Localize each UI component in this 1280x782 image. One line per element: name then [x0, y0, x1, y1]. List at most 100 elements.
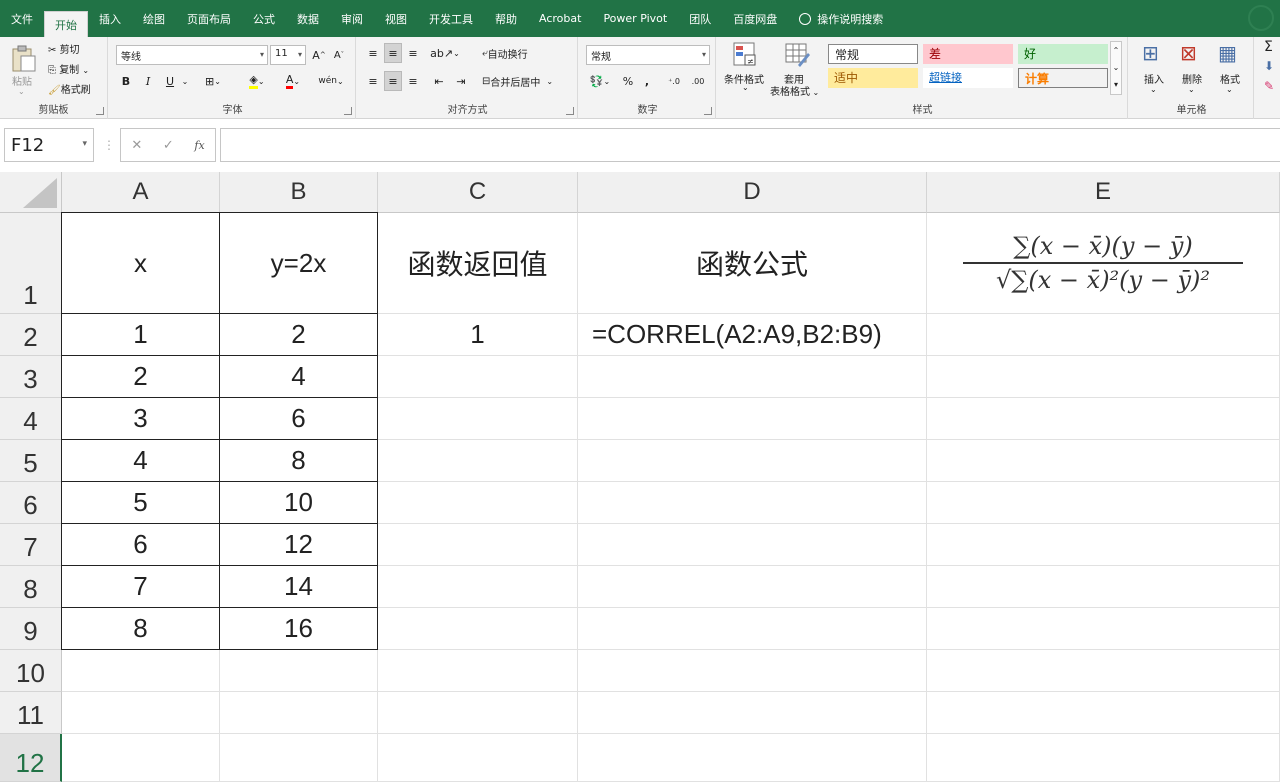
clipboard-launcher-icon[interactable] — [96, 107, 104, 115]
tab-team[interactable]: 团队 — [678, 0, 722, 37]
row-header-9[interactable]: 9 — [0, 608, 62, 650]
cell-c1[interactable]: 函数返回值 — [378, 213, 578, 314]
font-size-select[interactable]: 11 ▾ — [270, 45, 306, 65]
column-header-d[interactable]: D — [578, 172, 927, 213]
percent-button[interactable]: % — [620, 71, 636, 91]
cell-e9[interactable] — [927, 608, 1280, 650]
merge-center-button[interactable]: ⊟ 合并后居中 ⌄ — [482, 71, 572, 91]
cell-b5[interactable]: 8 — [219, 439, 378, 482]
cell-e3[interactable] — [927, 356, 1280, 398]
cell-b3[interactable]: 4 — [219, 355, 378, 398]
tab-data[interactable]: 数据 — [286, 0, 330, 37]
paste-dropdown-icon[interactable]: ⌄ — [18, 87, 25, 96]
autosum-icon[interactable]: Σ — [1264, 39, 1273, 55]
cell-a6[interactable]: 5 — [61, 481, 220, 524]
fill-icon[interactable]: ⬇ — [1264, 59, 1274, 73]
style-good[interactable]: 好 — [1018, 44, 1108, 64]
increase-indent-icon[interactable]: ⇥ — [452, 71, 470, 91]
cell-d7[interactable] — [578, 524, 927, 566]
cell-d2[interactable]: =CORREL(A2:A9,B2:B9) — [578, 314, 927, 356]
align-center-icon[interactable]: ≡ — [384, 71, 402, 91]
select-all-button[interactable] — [0, 172, 62, 213]
eraser-icon[interactable]: ✎ — [1264, 79, 1274, 93]
row-header-2[interactable]: 2 — [0, 314, 62, 356]
conditional-format-icon[interactable]: ≠ — [732, 41, 758, 67]
cell-c3[interactable] — [378, 356, 578, 398]
cell-b10[interactable] — [220, 650, 378, 692]
cell-a9[interactable]: 8 — [61, 607, 220, 650]
formula-input[interactable] — [220, 128, 1280, 162]
format-cells-icon[interactable]: ▦ — [1218, 41, 1237, 65]
font-color-button[interactable]: A ⌄ — [278, 71, 308, 91]
cell-b1[interactable]: y=2x — [219, 212, 378, 314]
align-top-icon[interactable]: ≡ — [364, 43, 382, 63]
paste-button[interactable]: 粘贴 — [12, 73, 32, 88]
underline-button[interactable]: U — [162, 71, 178, 91]
cell-c2[interactable]: 1 — [378, 314, 578, 356]
cell-e2[interactable] — [927, 314, 1280, 356]
style-calculation[interactable]: 计算 — [1018, 68, 1108, 88]
tab-help[interactable]: 帮助 — [484, 0, 528, 37]
row-header-4[interactable]: 4 — [0, 398, 62, 440]
tell-me-search[interactable]: 操作说明搜索 — [788, 0, 894, 37]
tab-developer[interactable]: 开发工具 — [418, 0, 484, 37]
table-format-icon[interactable] — [784, 41, 810, 67]
cell-a1[interactable]: x — [61, 212, 220, 314]
tab-insert[interactable]: 插入 — [88, 0, 132, 37]
format-cells-button[interactable]: 格式 — [1220, 71, 1240, 86]
align-left-icon[interactable]: ≡ — [364, 71, 382, 91]
delete-cells-icon[interactable]: ⊠ — [1180, 41, 1197, 65]
chevron-down-icon[interactable]: ⌄ — [1150, 85, 1157, 94]
cell-d3[interactable] — [578, 356, 927, 398]
cell-a4[interactable]: 3 — [61, 397, 220, 440]
cell-b7[interactable]: 12 — [219, 523, 378, 566]
name-box[interactable]: F12 ▾ — [4, 128, 94, 162]
align-bottom-icon[interactable]: ≡ — [404, 43, 422, 63]
cell-b4[interactable]: 6 — [219, 397, 378, 440]
cell-b8[interactable]: 14 — [219, 565, 378, 608]
column-header-c[interactable]: C — [378, 172, 578, 213]
cell-e1[interactable]: ∑(x − x̄)(y − ȳ) √∑(x − x̄)²(y − ȳ)² — [927, 213, 1280, 314]
cancel-icon[interactable]: ✕ — [131, 138, 142, 153]
alignment-launcher-icon[interactable] — [566, 107, 574, 115]
cell-e10[interactable] — [927, 650, 1280, 692]
phonetic-button[interactable]: wén ⌄ — [316, 71, 346, 91]
cell-c11[interactable] — [378, 692, 578, 734]
cell-e8[interactable] — [927, 566, 1280, 608]
decrease-decimal-icon[interactable]: .00 — [688, 71, 708, 91]
tab-baidu-netdisk[interactable]: 百度网盘 — [722, 0, 788, 37]
cell-d1[interactable]: 函数公式 — [578, 213, 927, 314]
cell-b12[interactable] — [220, 734, 378, 782]
cell-a7[interactable]: 6 — [61, 523, 220, 566]
styles-scroll[interactable]: ⌃ ⌄ ▾ — [1110, 41, 1122, 95]
align-right-icon[interactable]: ≡ — [404, 71, 422, 91]
tab-home[interactable]: 开始 — [44, 11, 88, 37]
row-header-8[interactable]: 8 — [0, 566, 62, 608]
cell-d4[interactable] — [578, 398, 927, 440]
bold-button[interactable]: B — [118, 71, 134, 91]
cell-a12[interactable] — [62, 734, 220, 782]
cell-a8[interactable]: 7 — [61, 565, 220, 608]
cell-d12[interactable] — [578, 734, 927, 782]
delete-cells-button[interactable]: 删除 — [1182, 71, 1202, 86]
style-hyperlink[interactable]: 超链接 — [923, 68, 1013, 88]
cell-c4[interactable] — [378, 398, 578, 440]
cell-c5[interactable] — [378, 440, 578, 482]
underline-dropdown-icon[interactable]: ⌄ — [180, 71, 190, 91]
cell-d11[interactable] — [578, 692, 927, 734]
cell-c9[interactable] — [378, 608, 578, 650]
cell-d10[interactable] — [578, 650, 927, 692]
cell-a11[interactable] — [62, 692, 220, 734]
column-header-e[interactable]: E — [927, 172, 1280, 213]
style-normal[interactable]: 常规 — [828, 44, 918, 64]
table-format-label-2[interactable]: 表格格式 ⌄ — [770, 83, 819, 98]
tab-page-layout[interactable]: 页面布局 — [176, 0, 242, 37]
cell-d9[interactable] — [578, 608, 927, 650]
cell-e4[interactable] — [927, 398, 1280, 440]
cell-d8[interactable] — [578, 566, 927, 608]
cell-e7[interactable] — [927, 524, 1280, 566]
tab-formulas[interactable]: 公式 — [242, 0, 286, 37]
tab-view[interactable]: 视图 — [374, 0, 418, 37]
align-middle-icon[interactable]: ≡ — [384, 43, 402, 63]
cell-b6[interactable]: 10 — [219, 481, 378, 524]
